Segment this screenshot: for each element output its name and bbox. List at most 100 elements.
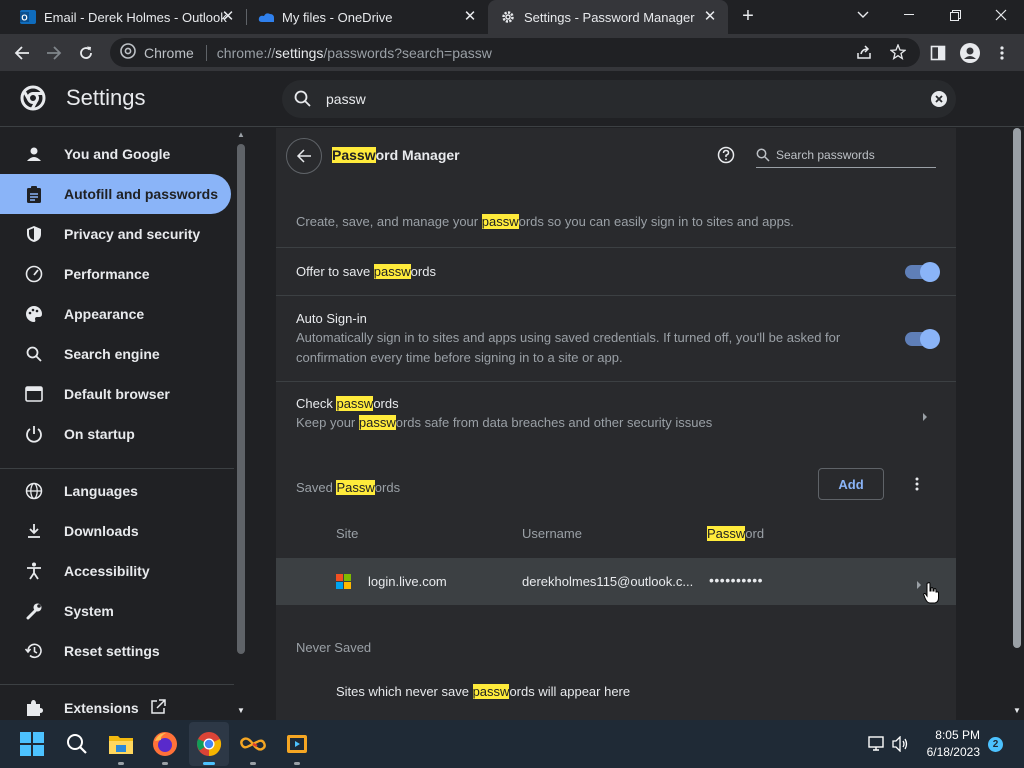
- chrome-icon[interactable]: [195, 730, 223, 758]
- url-text: chrome://settings/passwords?search=passw: [216, 44, 492, 61]
- windows-start-icon[interactable]: [18, 730, 46, 758]
- onedrive-icon: [258, 9, 274, 25]
- sidebar-item-default-browser[interactable]: Default browser: [0, 374, 231, 414]
- site-info-chip[interactable]: Chrome: [120, 43, 194, 62]
- clock-date[interactable]: 6/18/2023: [918, 745, 980, 759]
- globe-icon: [24, 481, 44, 501]
- table-row[interactable]: login.live.com derekholmes115@outlook.c.…: [276, 558, 956, 605]
- close-icon[interactable]: ✕: [220, 9, 236, 25]
- scroll-up-arrow[interactable]: ▲: [237, 130, 245, 139]
- outlook-icon: O: [20, 9, 36, 25]
- sidebar-item-label: You and Google: [64, 146, 171, 162]
- sidebar-item-languages[interactable]: Languages: [0, 471, 231, 511]
- column-header-username: Username: [522, 526, 582, 541]
- sidebar-scrollbar[interactable]: ▲ ▼: [234, 128, 248, 720]
- settings-header: Settings: [0, 71, 1024, 127]
- address-bar[interactable]: Chrome chrome://settings/passwords?searc…: [110, 38, 920, 67]
- sidebar-item-autofill[interactable]: Autofill and passwords: [0, 174, 231, 214]
- main-scroll-thumb[interactable]: [1013, 128, 1021, 648]
- tab-search-button[interactable]: [840, 0, 886, 30]
- check-passwords-description: Keep your passwords safe from data breac…: [296, 415, 713, 430]
- sidebar-item-performance[interactable]: Performance: [0, 254, 231, 294]
- firefox-icon[interactable]: [151, 730, 179, 758]
- search-passwords-field[interactable]: Search passwords: [756, 142, 936, 168]
- settings-search[interactable]: [282, 80, 956, 118]
- column-header-password: Password: [707, 526, 765, 541]
- notification-badge[interactable]: 2: [988, 737, 1003, 752]
- minimize-button[interactable]: [886, 0, 932, 30]
- sidebar-item-system[interactable]: System: [0, 591, 231, 631]
- sidebar-item-accessibility[interactable]: Accessibility: [0, 551, 231, 591]
- accessibility-icon: [24, 561, 44, 581]
- settings-sidebar: You and Google Autofill and passwords Pr…: [0, 128, 234, 720]
- auto-signin-title: Auto Sign-in: [296, 311, 367, 326]
- clear-search-icon[interactable]: [930, 90, 948, 108]
- running-indicator: [250, 762, 256, 765]
- puzzle-icon: [24, 698, 44, 718]
- sidebar-item-label: Extensions: [64, 700, 139, 716]
- check-passwords-row[interactable]: Check passwords Keep your passwords safe…: [276, 382, 956, 446]
- sidebar-item-on-startup[interactable]: On startup: [0, 414, 231, 454]
- profile-avatar[interactable]: [956, 39, 984, 67]
- chrome-logo-icon: [20, 85, 46, 116]
- sidebar-item-label: Privacy and security: [64, 226, 201, 242]
- sidebar-item-privacy[interactable]: Privacy and security: [0, 214, 231, 254]
- scroll-down-arrow[interactable]: ▼: [1013, 706, 1021, 715]
- tab-outlook[interactable]: O Email - Derek Holmes - Outlook ✕: [0, 0, 246, 34]
- main-scrollbar[interactable]: ▼: [1010, 128, 1024, 720]
- help-icon[interactable]: [717, 146, 735, 169]
- tab-settings[interactable]: Settings - Password Manager ✕: [488, 0, 728, 34]
- share-icon[interactable]: [856, 44, 872, 63]
- person-icon: [24, 144, 44, 164]
- close-icon[interactable]: ✕: [702, 9, 718, 25]
- sidebar-item-label: Reset settings: [64, 643, 160, 659]
- clock-time[interactable]: 8:05 PM: [918, 728, 980, 742]
- running-indicator: [118, 762, 124, 765]
- close-window-button[interactable]: [978, 0, 1024, 30]
- chrome-icon: [120, 43, 136, 62]
- network-icon[interactable]: [868, 736, 886, 757]
- new-tab-button[interactable]: +: [738, 6, 758, 26]
- sidebar-item-label: Downloads: [64, 523, 139, 539]
- search-icon: [756, 148, 770, 162]
- back-arrow-button[interactable]: [286, 138, 322, 174]
- intro-text: Create, save, and manage your passwords …: [296, 214, 794, 229]
- video-editor-icon[interactable]: [283, 730, 311, 758]
- file-explorer-icon[interactable]: [107, 730, 135, 758]
- scroll-down-arrow[interactable]: ▼: [237, 706, 245, 715]
- sidebar-item-search-engine[interactable]: Search engine: [0, 334, 231, 374]
- tab-strip: O Email - Derek Holmes - Outlook ✕ My fi…: [0, 0, 1024, 34]
- search-input[interactable]: [326, 91, 906, 107]
- volume-icon[interactable]: [892, 735, 910, 757]
- sidebar-item-reset-settings[interactable]: Reset settings: [0, 631, 231, 671]
- sidebar-item-label: On startup: [64, 426, 135, 442]
- back-button[interactable]: [8, 39, 36, 67]
- gear-icon: [500, 9, 516, 25]
- sidebar-item-you-and-google[interactable]: You and Google: [0, 134, 231, 174]
- sidebar-item-appearance[interactable]: Appearance: [0, 294, 231, 334]
- more-options-icon[interactable]: [915, 476, 919, 497]
- forward-button[interactable]: [40, 39, 68, 67]
- search-icon[interactable]: [63, 730, 91, 758]
- divider: [276, 247, 956, 248]
- offer-to-save-toggle[interactable]: [905, 262, 940, 282]
- bookmark-star-icon[interactable]: [889, 43, 907, 63]
- sidebar-divider: [0, 684, 234, 685]
- restore-button[interactable]: [932, 0, 978, 30]
- never-saved-heading: Never Saved: [296, 640, 372, 655]
- close-icon[interactable]: ✕: [462, 9, 478, 25]
- menu-kebab-icon[interactable]: [988, 39, 1016, 67]
- external-link-icon: [150, 699, 166, 718]
- sidebar-item-label: Autofill and passwords: [64, 186, 219, 202]
- infinity-app-icon[interactable]: [239, 730, 267, 758]
- sidebar-item-downloads[interactable]: Downloads: [0, 511, 231, 551]
- reload-button[interactable]: [72, 39, 100, 67]
- side-panel-icon[interactable]: [924, 39, 952, 67]
- palette-icon: [24, 304, 44, 324]
- search-icon: [24, 344, 44, 364]
- auto-signin-toggle[interactable]: [905, 329, 940, 349]
- sidebar-scroll-thumb[interactable]: [237, 144, 245, 654]
- add-password-button[interactable]: Add: [818, 468, 884, 500]
- tab-onedrive[interactable]: My files - OneDrive ✕: [238, 0, 488, 34]
- sidebar-item-label: Languages: [64, 483, 138, 499]
